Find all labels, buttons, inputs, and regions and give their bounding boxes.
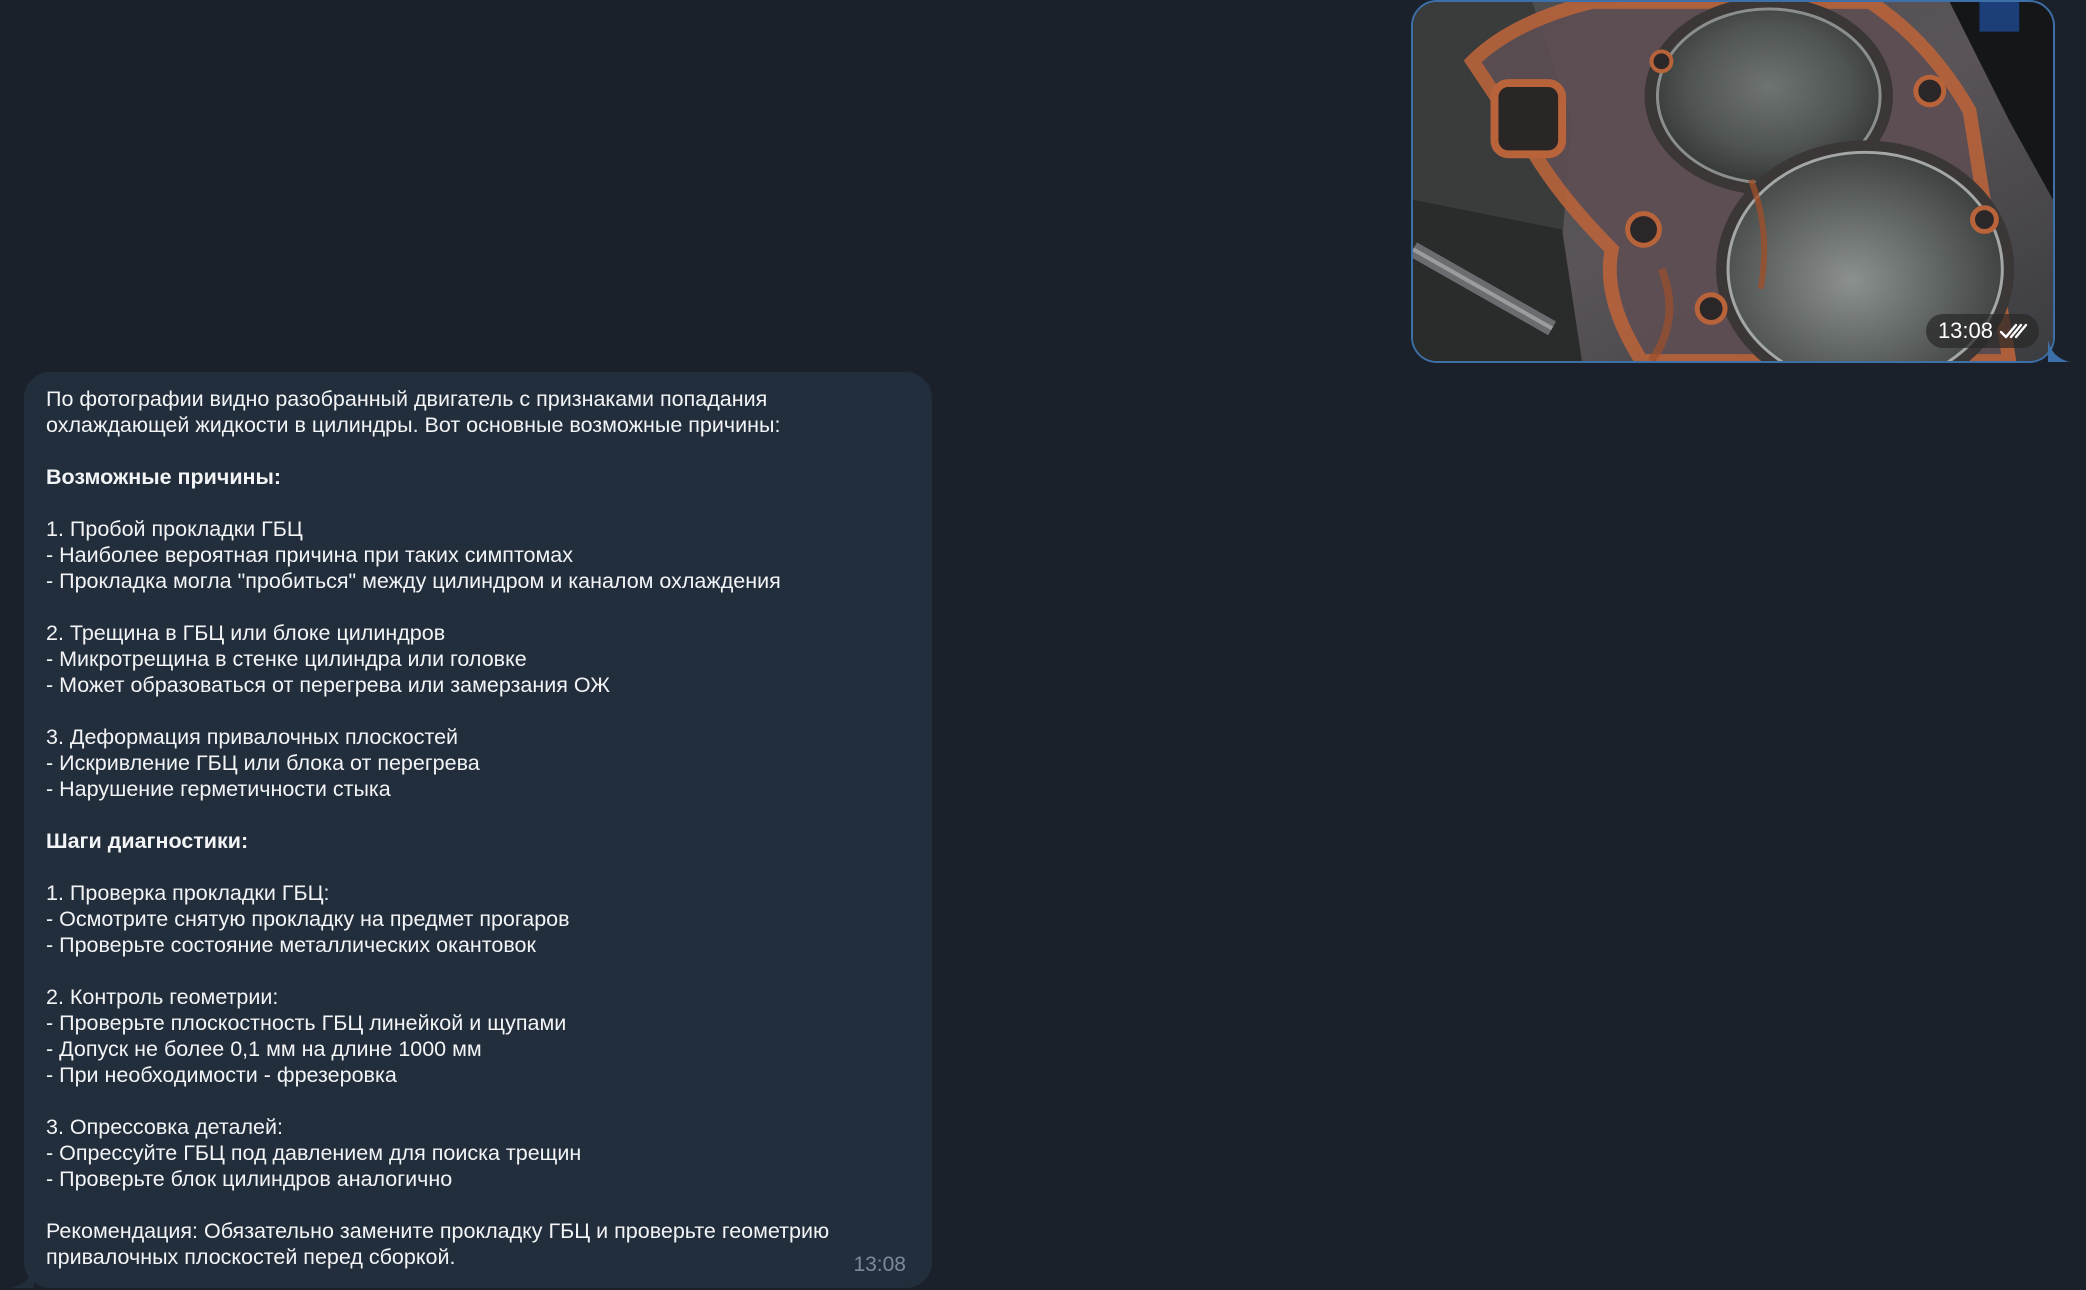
message-line [46,802,910,828]
chat-area: 13:08 По фотографии видно разобранный дв… [0,0,2086,1290]
message-heading-line: Шаги диагностики: [46,829,249,853]
message-line: - Осмотрите снятую прокладку на предмет … [46,907,570,931]
message-line: 1. Проверка прокладки ГБЦ: [46,881,330,905]
photo-timestamp-badge: 13:08 [1925,314,2039,348]
message-line: 2. Трещина в ГБЦ или блоке цилиндров [46,621,446,645]
message-line: - Нарушение герметичности стыка [46,777,391,801]
message-line [46,1192,910,1218]
message-line: - Микротрещина в стенке цилиндра или гол… [46,647,527,671]
photo-bubble-tail [2048,340,2070,362]
message-line: 3. Деформация привалочных плоскостей [46,725,459,749]
message-line: привалочных плоскостей перед сборкой. [46,1245,456,1269]
message-line: 2. Контроль геометрии: [46,985,279,1009]
message-line: охлаждающей жидкости в цилиндры. Вот осн… [46,413,781,437]
message-line: - Допуск не более 0,1 мм на длине 1000 м… [46,1037,482,1061]
message-line: - Прокладка могла "пробиться" между цили… [46,569,781,593]
message-line: По фотографии видно разобранный двигател… [46,387,768,411]
message-line: - При необходимости - фрезеровка [46,1063,397,1087]
message-line [46,438,910,464]
message-line: - Искривление ГБЦ или блока от перегрева [46,751,480,775]
message-time: 13:08 [853,1253,906,1276]
message-line: - Проверьте плоскостность ГБЦ линейкой и… [46,1011,567,1035]
photo-time: 13:08 [1937,318,1993,343]
message-line [46,594,910,620]
message-line: - Может образоваться от перегрева или за… [46,673,610,697]
message-line: - Наиболее вероятная причина при таких с… [46,543,573,567]
message-line [46,698,910,724]
message-line: 3. Опрессовка деталей: [46,1115,283,1139]
message-line [46,1088,910,1114]
message-line: - Проверьте блок цилиндров аналогично [46,1167,453,1191]
incoming-message-bubble[interactable]: По фотографии видно разобранный двигател… [24,372,932,1288]
engine-block-photo[interactable] [1413,2,2053,361]
message-heading-line: Возможные причины: [46,465,282,489]
message-line: 1. Пробой прокладки ГБЦ [46,517,303,541]
message-line [46,854,910,880]
message-line: Рекомендация: Обязательно замените прокл… [46,1219,830,1243]
message-line [46,490,910,516]
message-bubble-tail [10,1266,34,1288]
message-text[interactable]: По фотографии видно разобранный двигател… [46,386,910,1270]
message-line: - Проверьте состояние металлических окан… [46,933,536,957]
outgoing-photo-message[interactable]: 13:08 [1411,0,2055,363]
message-line: - Опрессуйте ГБЦ под давлением для поиск… [46,1141,582,1165]
message-line [46,958,910,984]
double-check-icon [1999,323,2028,339]
